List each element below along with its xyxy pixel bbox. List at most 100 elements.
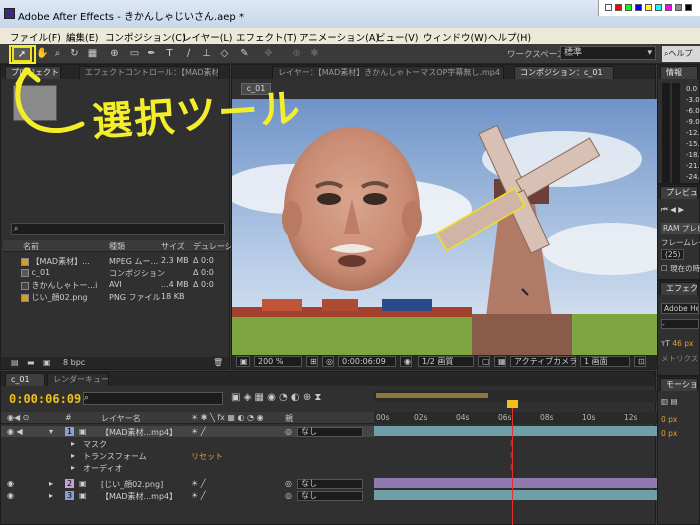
menu-edit[interactable]: 編集(E) bbox=[66, 30, 98, 44]
playback-controls[interactable]: ⏮ ◀ ▶ bbox=[661, 205, 684, 215]
selection-tool-icon[interactable]: ➚ bbox=[12, 46, 32, 62]
type-tool-icon[interactable]: T bbox=[163, 47, 176, 60]
parent-select[interactable]: なし bbox=[297, 427, 363, 437]
reset-link[interactable]: リセット bbox=[191, 451, 223, 462]
layer-switches[interactable]: ☀ ╱ bbox=[191, 491, 206, 500]
ram-preview-button[interactable]: RAM プレビュ bbox=[661, 223, 700, 234]
visibility-icon[interactable]: ◉ ◀ bbox=[7, 427, 23, 436]
layer-3-bar[interactable] bbox=[374, 490, 657, 500]
layer-2-bar[interactable] bbox=[374, 478, 657, 488]
layer-switches[interactable]: ☀ ╱ bbox=[191, 479, 206, 488]
tab-project[interactable]: プロジェクト bbox=[5, 66, 61, 79]
parent-select[interactable]: なし bbox=[297, 491, 363, 501]
pen-tool-icon[interactable]: ✒ bbox=[145, 47, 158, 60]
tab-effects-presets[interactable]: エフェクト& bbox=[660, 282, 698, 295]
region-icon[interactable]: ▢ bbox=[478, 356, 490, 367]
expand-arrow-icon[interactable]: ▸ bbox=[49, 491, 53, 500]
roto-brush-tool-icon[interactable]: ✎ bbox=[238, 47, 251, 60]
resolution-select[interactable]: 1/2 画質 bbox=[418, 356, 474, 367]
camera-tool-icon[interactable]: ▦ bbox=[86, 47, 99, 60]
trash-icon[interactable]: 🗑 bbox=[213, 358, 223, 367]
pickwhip-icon[interactable]: ◎ bbox=[285, 491, 292, 500]
tab-composition[interactable]: コンポジション：c_01 bbox=[514, 66, 614, 79]
composition-canvas[interactable] bbox=[232, 99, 657, 357]
frame-rate-select[interactable]: (25) bbox=[661, 249, 685, 260]
playhead-handle[interactable] bbox=[507, 400, 518, 408]
bit-depth-label[interactable]: 8 bpc bbox=[63, 358, 85, 367]
time-ruler[interactable]: 00s 02s 04s 06s 08s 10s 12s bbox=[374, 412, 657, 424]
hand-tool-icon[interactable]: ✋ bbox=[36, 47, 49, 60]
new-comp-icon[interactable]: ▣ bbox=[43, 358, 51, 367]
col-name[interactable]: 名前 bbox=[23, 241, 39, 252]
font-style-select[interactable]: - bbox=[661, 319, 699, 329]
timeline-switch-icons[interactable]: ▣ ◈ ▦ ◉ ◔ ◐ ⊕ ⧗ bbox=[231, 392, 321, 403]
prop-audio[interactable]: ▸ オーディオ bbox=[1, 462, 374, 473]
always-preview-icon[interactable]: ▣ bbox=[236, 356, 250, 367]
indent-first-field[interactable]: 0 px bbox=[661, 429, 677, 438]
menu-layer[interactable]: レイヤー(L) bbox=[182, 30, 232, 44]
from-current-time-checkbox[interactable]: ☐ 現在の時 bbox=[661, 263, 700, 274]
pickwhip-icon[interactable]: ◎ bbox=[285, 427, 292, 436]
snapshot-icon[interactable]: ◎ bbox=[322, 356, 334, 367]
kerning-field[interactable]: メトリクス bbox=[661, 353, 698, 364]
parent-select[interactable]: なし bbox=[297, 479, 363, 489]
expand-arrow-icon[interactable]: ▾ bbox=[49, 427, 53, 436]
prop-mask[interactable]: ▸ マスク bbox=[1, 438, 374, 449]
interpret-footage-icon[interactable]: ▤ bbox=[11, 358, 19, 367]
project-item-avi[interactable]: きかんしゃトー...i AVI ...4 MB Δ 0:0 bbox=[3, 279, 229, 290]
layer-row-1[interactable]: ◉ ◀ ▾ 1 ▣ 【MAD素材...mp4】 ☀ ╱ ◎ なし bbox=[1, 426, 374, 437]
puppet-tool-icon[interactable]: ✥ bbox=[262, 47, 275, 60]
transparency-grid-icon[interactable]: ▦ bbox=[494, 356, 506, 367]
visibility-icon[interactable]: ◉ bbox=[7, 479, 14, 488]
font-size-field[interactable]: ᴛT 46 px bbox=[661, 339, 693, 348]
tab-render-queue[interactable]: レンダーキュー bbox=[47, 373, 109, 386]
help-search-field[interactable]: ⌕ヘルプを bbox=[662, 46, 700, 74]
menu-animation[interactable]: アニメーション(A) bbox=[299, 30, 379, 44]
expand-arrow-icon[interactable]: ▸ bbox=[71, 451, 75, 460]
expand-arrow-icon[interactable]: ▸ bbox=[49, 479, 53, 488]
new-folder-icon[interactable]: ▬ bbox=[27, 358, 35, 367]
tab-preview[interactable]: プレビュー bbox=[660, 186, 698, 199]
tab-effect-controls[interactable]: エフェクトコントロール：【MAD素材】 bbox=[79, 66, 219, 79]
menu-window[interactable]: ウィンドウ(W) bbox=[423, 30, 487, 44]
project-item-comp[interactable]: c_01 コンポジション Δ 0:0 bbox=[3, 267, 229, 278]
layer-row-2[interactable]: ◉ ▸ 2 ▣ [じい_顔02.png] ☀ ╱ ◎ なし bbox=[1, 478, 374, 489]
menu-file[interactable]: ファイル(F) bbox=[10, 30, 61, 44]
col-size[interactable]: サイズ bbox=[161, 241, 185, 252]
pan-behind-tool-icon[interactable]: ⊕ bbox=[108, 47, 121, 60]
layer-switches[interactable]: ☀ ╱ bbox=[191, 427, 206, 436]
project-search-input[interactable]: ⌕ bbox=[11, 223, 225, 235]
workspace-select[interactable]: 標準 ▾ bbox=[560, 46, 656, 60]
camera-icon[interactable]: ◉ bbox=[400, 356, 412, 367]
project-item-png[interactable]: じい_顔02.png PNG ファイル 18 KB bbox=[3, 291, 229, 302]
tab-comp-c01[interactable]: c_01 bbox=[5, 373, 45, 386]
comp-navigator-chip[interactable]: c_01 bbox=[241, 83, 271, 95]
font-family-select[interactable]: Adobe Hei bbox=[661, 303, 699, 314]
rectangle-tool-icon[interactable]: ▭ bbox=[128, 47, 141, 60]
col-layer-name[interactable]: レイヤー名 bbox=[101, 413, 141, 424]
col-type[interactable]: 種類 bbox=[109, 241, 125, 252]
zoom-tool-icon[interactable]: ⌕ bbox=[51, 47, 64, 60]
zoom-select[interactable]: 200 % bbox=[254, 356, 302, 367]
rotate-tool-icon[interactable]: ↻ bbox=[68, 47, 81, 60]
pickwhip-icon[interactable]: ◎ bbox=[285, 479, 292, 488]
visibility-icon[interactable]: ◉ bbox=[7, 491, 14, 500]
camera-select[interactable]: アクティブカメラ bbox=[510, 356, 577, 367]
current-time-display[interactable]: 0:00:06:09 bbox=[9, 392, 81, 406]
menu-help[interactable]: ヘルプ(H) bbox=[488, 30, 531, 44]
indent-left-field[interactable]: 0 px bbox=[661, 415, 677, 424]
menu-effect[interactable]: エフェクト(T) bbox=[236, 30, 297, 44]
layer-row-3[interactable]: ◉ ▸ 3 ▣ 【MAD素材...mp4】 ☀ ╱ ◎ なし bbox=[1, 490, 374, 501]
expand-arrow-icon[interactable]: ▸ bbox=[71, 463, 75, 472]
current-time-indicator[interactable] bbox=[512, 400, 513, 525]
tab-layer[interactable]: レイヤー：【MAD素材】きかんしゃトーマスOP字幕無し.mp4 bbox=[272, 66, 504, 79]
menu-view[interactable]: ビュー(V) bbox=[376, 30, 418, 44]
color-palette[interactable] bbox=[598, 0, 700, 16]
project-item-mad[interactable]: 【MAD素材】... MPEG ムー... 2.3 MB Δ 0:0 bbox=[3, 255, 229, 266]
view-layout-select[interactable]: 1 画面 bbox=[580, 356, 630, 367]
view-options-icon[interactable]: ⊡ bbox=[634, 356, 646, 367]
tab-motion[interactable]: モーション bbox=[660, 378, 698, 391]
brush-tool-icon[interactable]: ∕ bbox=[182, 47, 195, 60]
expand-arrow-icon[interactable]: ▸ bbox=[71, 439, 75, 448]
tab-info[interactable]: 情報 bbox=[660, 66, 698, 79]
